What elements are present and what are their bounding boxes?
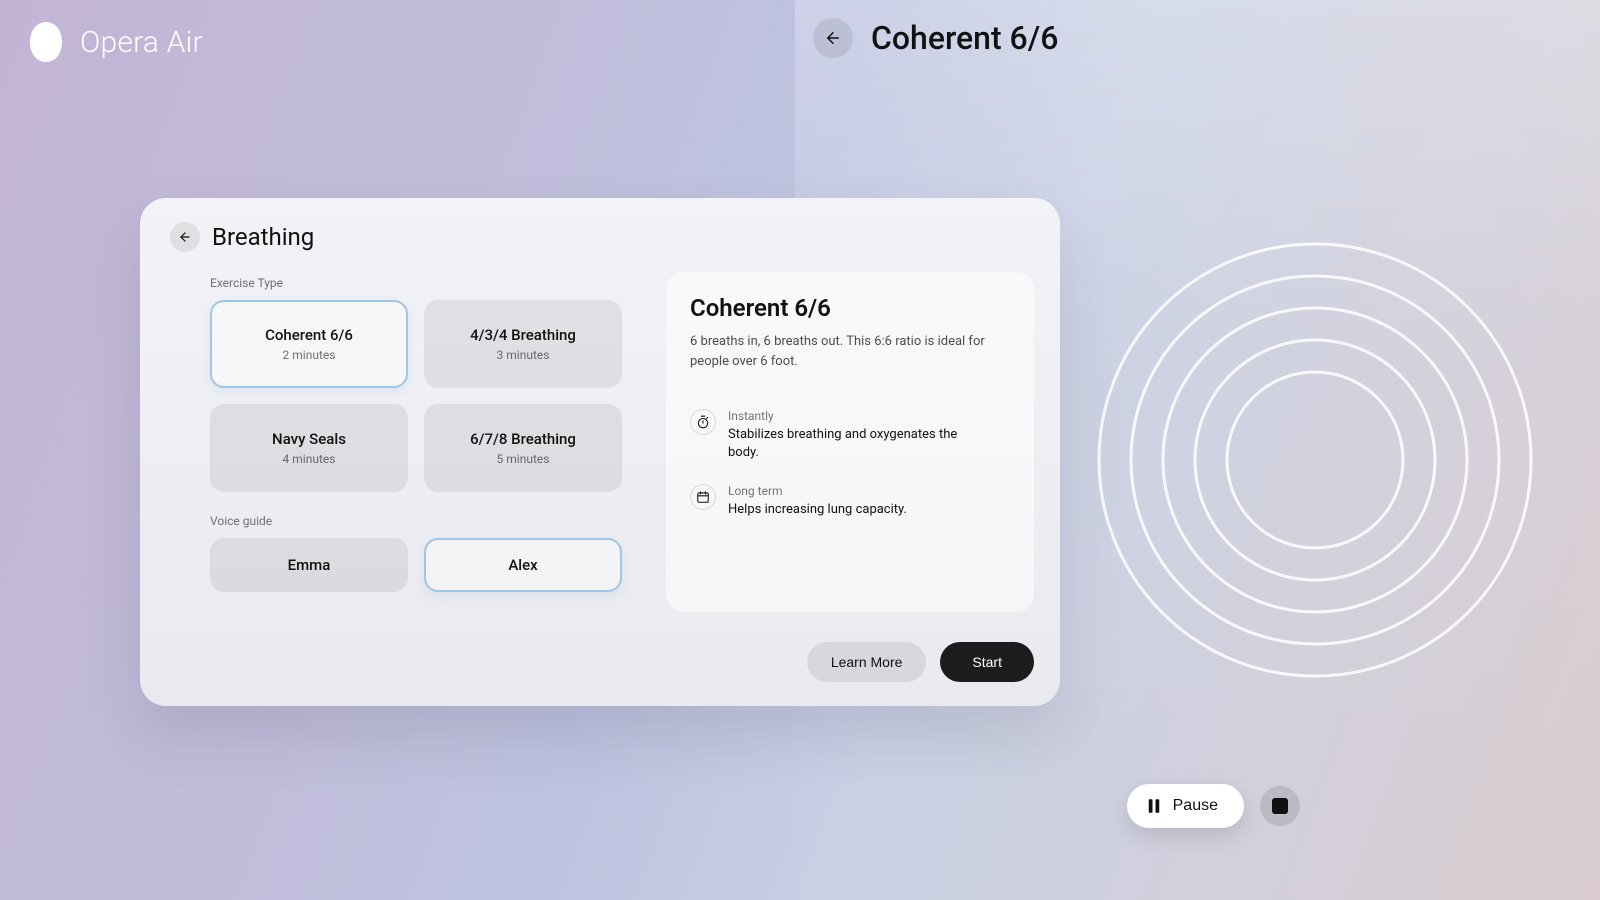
- arrow-left-icon: [178, 230, 192, 244]
- exercise-tile-title: 6/7/8 Breathing: [470, 430, 576, 448]
- exercise-tile-title: 4/3/4 Breathing: [470, 326, 576, 344]
- exercise-tile-title: Coherent 6/6: [265, 326, 353, 344]
- exercise-header: Coherent 6/6: [813, 18, 1058, 58]
- pause-button[interactable]: Pause: [1127, 784, 1244, 828]
- benefit-item: Instantly Stabilizes breathing and oxygen…: [690, 409, 1010, 462]
- exercise-back-button[interactable]: [813, 18, 853, 58]
- detail-description: 6 breaths in, 6 breaths out. This 6:6 ra…: [690, 332, 990, 371]
- stop-icon: [1272, 798, 1288, 814]
- exercise-tile[interactable]: Navy Seals 4 minutes: [210, 404, 408, 492]
- pause-icon: [1145, 797, 1163, 815]
- start-button[interactable]: Start: [940, 642, 1034, 682]
- stopwatch-icon: [690, 409, 716, 435]
- exercise-tile[interactable]: 4/3/4 Breathing 3 minutes: [424, 300, 622, 388]
- exercise-tile-duration: 2 minutes: [283, 348, 336, 362]
- exercise-tile-duration: 5 minutes: [497, 452, 550, 466]
- exercise-title: Coherent 6/6: [871, 19, 1058, 57]
- card-title: Breathing: [212, 223, 314, 251]
- benefit-label: Instantly: [728, 409, 968, 423]
- opera-ring-icon: [22, 18, 70, 66]
- learn-more-button[interactable]: Learn More: [807, 642, 927, 682]
- benefit-label: Long term: [728, 484, 907, 498]
- brand-logo: Opera Air: [22, 18, 203, 66]
- detail-title: Coherent 6/6: [690, 294, 1010, 322]
- breathing-rings-visual: [1085, 230, 1545, 690]
- breathing-settings-card: Breathing Exercise Type Coherent 6/6 2 mi…: [140, 198, 1060, 706]
- voice-tile[interactable]: Emma: [210, 538, 408, 592]
- benefit-body: Helps increasing lung capacity.: [728, 501, 907, 519]
- brand-name: Opera Air: [80, 25, 203, 60]
- voice-guide-label: Voice guide: [210, 514, 642, 528]
- exercise-detail-panel: Coherent 6/6 6 breaths in, 6 breaths out…: [666, 272, 1034, 612]
- exercise-tile-duration: 3 minutes: [497, 348, 550, 362]
- voice-tile[interactable]: Alex: [424, 538, 622, 592]
- pause-label: Pause: [1173, 797, 1218, 815]
- exercise-tile-title: Navy Seals: [272, 430, 346, 448]
- card-back-button[interactable]: [170, 222, 200, 252]
- benefit-item: Long term Helps increasing lung capacity.: [690, 484, 1010, 519]
- arrow-left-icon: [824, 29, 842, 47]
- stop-button[interactable]: [1260, 786, 1300, 826]
- benefit-body: Stabilizes breathing and oxygenates the …: [728, 426, 968, 462]
- calendar-icon: [690, 484, 716, 510]
- exercise-type-label: Exercise Type: [210, 276, 642, 290]
- exercise-tile[interactable]: Coherent 6/6 2 minutes: [210, 300, 408, 388]
- exercise-tile-duration: 4 minutes: [283, 452, 336, 466]
- exercise-tile[interactable]: 6/7/8 Breathing 5 minutes: [424, 404, 622, 492]
